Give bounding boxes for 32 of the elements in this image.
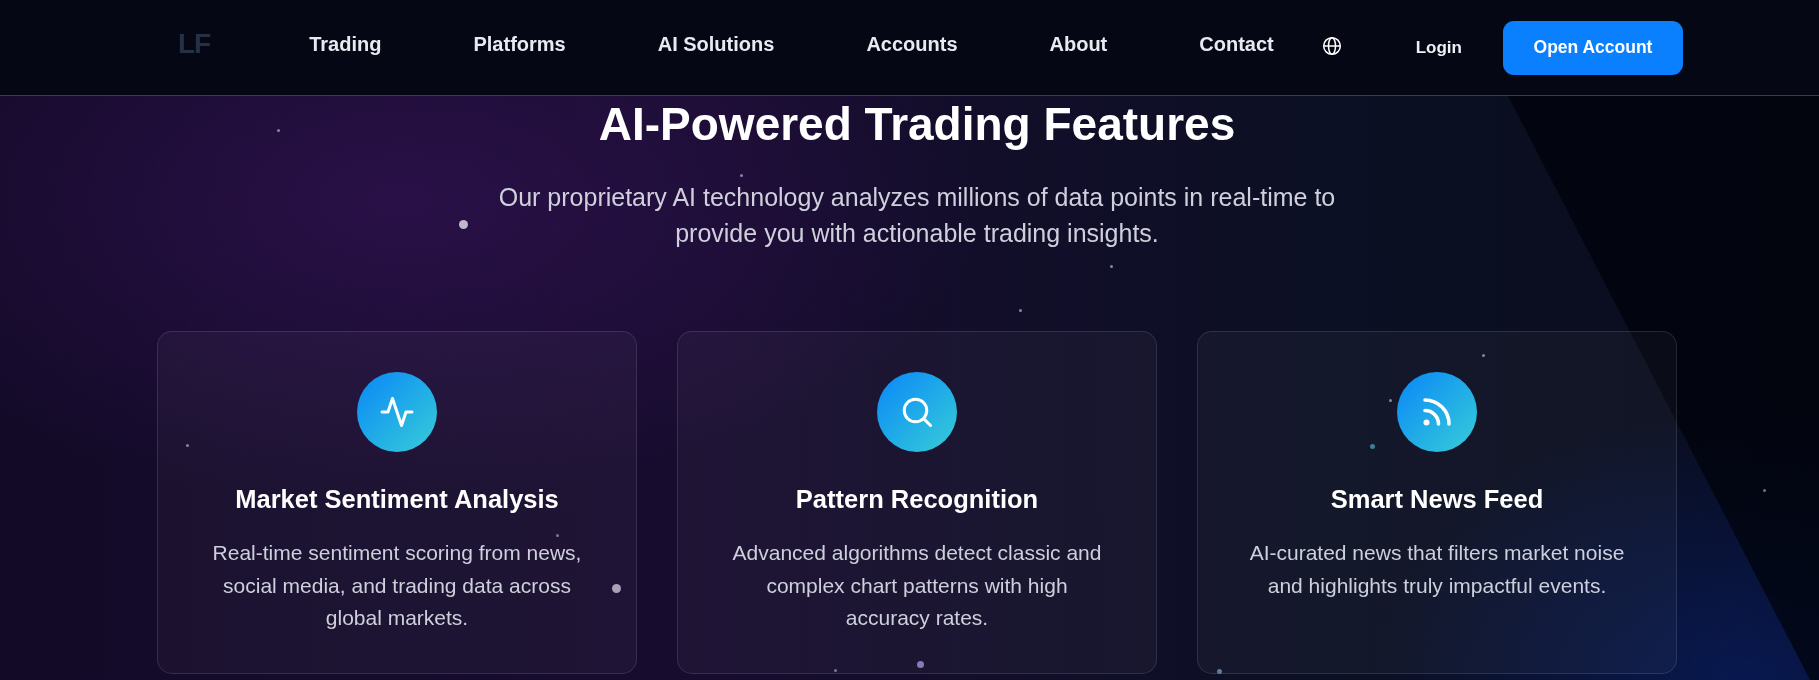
nav-link[interactable]: Trading — [309, 33, 382, 56]
globe-icon[interactable] — [1321, 35, 1342, 56]
particle-dot — [1481, 353, 1485, 357]
particle-dot — [555, 533, 559, 537]
particle-dot — [1369, 443, 1375, 449]
nav-link[interactable]: Platforms — [473, 33, 566, 56]
section-title: AI-Powered Trading Features — [598, 97, 1236, 152]
particle-dot — [916, 660, 924, 668]
particle-dot — [833, 668, 837, 672]
particle-dot — [458, 219, 468, 229]
open-account-button[interactable]: Open Account — [1503, 20, 1683, 75]
nav-link[interactable]: AI Solutions — [657, 33, 775, 56]
nav-link[interactable]: Contact — [1199, 33, 1274, 56]
nav-link[interactable]: Accounts — [866, 33, 958, 56]
nav-link[interactable]: About — [1049, 33, 1108, 56]
card-title: Pattern Recognition — [795, 484, 1039, 514]
particle-dot — [276, 128, 280, 132]
particle-dot — [739, 173, 743, 177]
particle-dot — [185, 443, 189, 447]
card-description: Real-time sentiment scoring from news, social media, and trading data across global markets. — [211, 540, 583, 631]
card-title: Smart News Feed — [1330, 484, 1544, 514]
card-description: Advanced algorithms detect classic and complex chart patterns with high accuracy rates. — [731, 540, 1103, 631]
card-description: AI-curated news that filters market noise and highlights truly impactful events. — [1248, 540, 1626, 599]
section-subtitle: Our proprietary AI technology analyzes millions of data points in real-time to provide you with actionable trading insights. — [497, 182, 1337, 249]
card-title: Market Sentiment Analysis — [235, 484, 559, 514]
particle-dot — [1762, 488, 1766, 492]
particle-dot — [1018, 308, 1022, 312]
particle-dot — [1109, 264, 1113, 268]
particle-dot — [611, 583, 621, 593]
particle-dot — [1216, 668, 1222, 674]
particle-dot — [1388, 398, 1392, 402]
login-link[interactable]: Login — [1415, 37, 1462, 58]
